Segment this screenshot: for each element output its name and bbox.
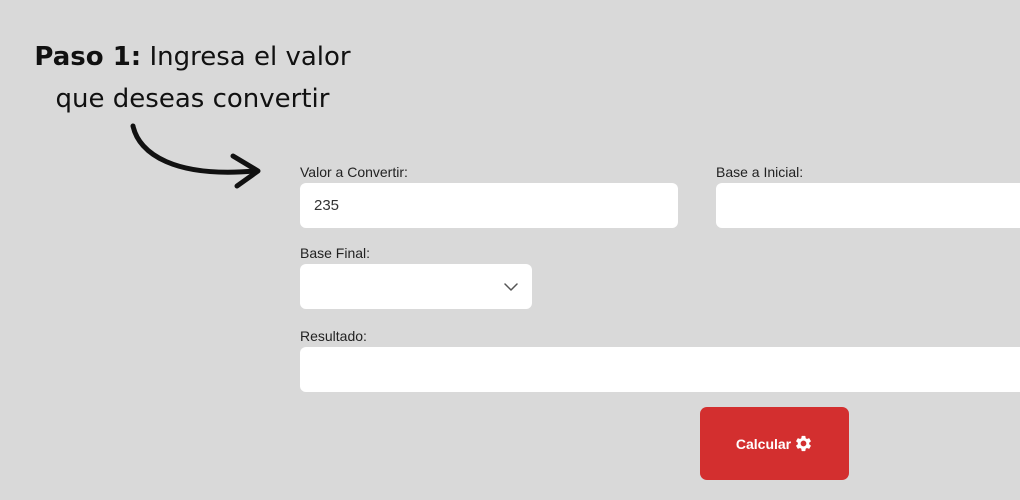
instruction-line2: que deseas convertir bbox=[55, 84, 330, 114]
base-inicial-label: Base a Inicial: bbox=[716, 164, 804, 180]
base-inicial-input[interactable] bbox=[716, 183, 1020, 228]
resultado-output bbox=[300, 347, 1020, 392]
chevron-down-icon bbox=[504, 282, 518, 291]
step-label: Paso 1: bbox=[34, 42, 142, 72]
resultado-label: Resultado: bbox=[300, 328, 367, 344]
gear-icon bbox=[796, 435, 812, 452]
valor-label: Valor a Convertir: bbox=[300, 164, 408, 180]
instruction-text: Paso 1: Ingresa el valor que deseas conv… bbox=[20, 36, 365, 120]
valor-input-value: 235 bbox=[314, 197, 340, 214]
base-final-label: Base Final: bbox=[300, 245, 371, 261]
valor-input[interactable]: 235 bbox=[300, 183, 678, 228]
calcular-label: Calcular bbox=[735, 435, 792, 452]
calcular-button[interactable]: Calcular bbox=[700, 407, 849, 480]
curved-arrow-icon bbox=[130, 123, 261, 189]
instruction-line1: Ingresa el valor bbox=[149, 42, 351, 72]
base-final-select[interactable] bbox=[300, 264, 532, 309]
